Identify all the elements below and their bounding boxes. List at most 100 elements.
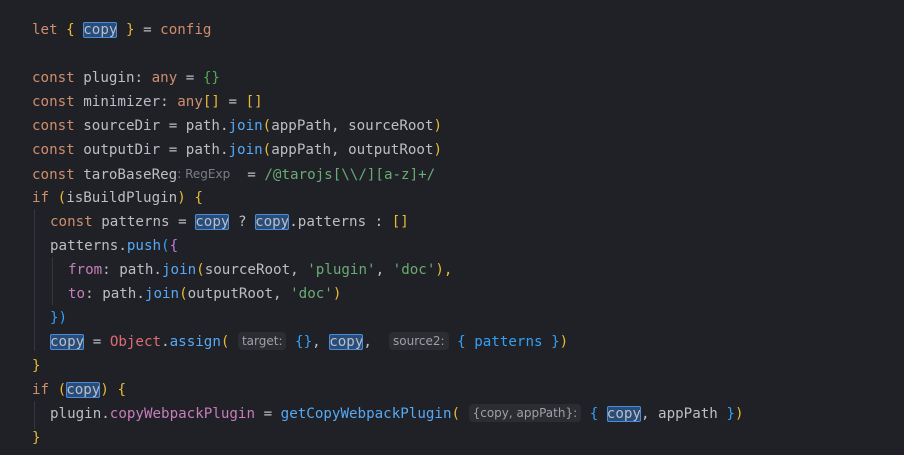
identifier[interactable]: minimizer: — [83, 94, 168, 110]
function-call[interactable]: join — [162, 262, 196, 278]
code-line-5[interactable]: const sourceDir = path.join(appPath, sou… — [32, 114, 442, 138]
paren: ) — [100, 382, 109, 398]
keyword: let — [32, 22, 58, 38]
paren: ) — [559, 334, 569, 350]
object-key: from — [68, 262, 103, 278]
identifier-copy-highlight[interactable]: copy — [83, 22, 118, 38]
code-line-8[interactable]: if (isBuildPlugin) { — [32, 186, 203, 210]
identifier[interactable]: path. — [119, 262, 162, 278]
object-literal: { patterns } — [457, 334, 560, 350]
identifier-copy-highlight[interactable]: copy — [66, 382, 101, 398]
code-editor[interactable]: let { copy } = config const plugin: any … — [0, 0, 904, 455]
string-literal: 'doc' — [290, 286, 333, 302]
paren: ( — [57, 190, 67, 206]
brace: } — [32, 430, 41, 446]
class-name[interactable]: Object — [110, 334, 161, 350]
code-line-10[interactable]: patterns.push({ — [50, 234, 178, 258]
identifier[interactable]: path. — [102, 286, 145, 302]
brace: } — [726, 406, 735, 422]
brace: { — [169, 238, 179, 254]
operator: = — [228, 94, 238, 110]
code-line-3[interactable]: const plugin: any = {} — [32, 66, 220, 90]
operator: = — [168, 142, 178, 158]
keyword: const — [32, 94, 75, 110]
keyword: const — [32, 70, 75, 86]
paren: ) — [332, 286, 342, 302]
regex-literal: /@tarojs[\\/][a-z]+/ — [264, 167, 436, 183]
paren: ) — [734, 406, 744, 422]
identifier-copy-highlight[interactable]: copy — [329, 334, 364, 350]
keyword: if — [32, 190, 50, 206]
inlay-type-hint: : RegExp — [177, 167, 231, 181]
punctuation: , — [375, 262, 385, 278]
punctuation: : — [102, 262, 111, 278]
paren: ( — [220, 334, 230, 350]
function-call[interactable]: push — [127, 238, 161, 254]
operator: = — [168, 118, 178, 134]
identifier[interactable]: taroBaseReg — [83, 167, 177, 183]
code-line-1[interactable]: let { copy } = config — [32, 18, 211, 42]
operator: = — [185, 70, 195, 86]
identifier[interactable]: plugin: — [83, 70, 143, 86]
array-brackets: [] — [202, 94, 220, 110]
closing-brackets: }) — [50, 310, 68, 326]
brace: { — [589, 406, 599, 422]
indent-guide — [52, 257, 53, 305]
parameter-hint: source2: — [389, 332, 449, 350]
property-access: .patterns : — [289, 214, 384, 230]
brace: { — [66, 22, 75, 38]
identifier-copy-highlight[interactable]: copy — [50, 334, 85, 350]
paren: ( — [262, 118, 272, 134]
identifier[interactable]: path. — [186, 142, 229, 158]
type-annotation: any — [177, 94, 203, 110]
indent-guide — [34, 209, 35, 351]
identifier-copy-highlight[interactable]: copy — [606, 406, 641, 422]
array-literal: [] — [245, 94, 263, 110]
code-line-4[interactable]: const minimizer: any[] = [] — [32, 90, 263, 114]
function-call[interactable]: getCopyWebpackPlugin — [281, 406, 452, 422]
paren: ( — [179, 286, 188, 302]
function-call[interactable]: assign — [170, 334, 221, 350]
code-line-14[interactable]: copy = Object.assign( target: {}, copy, … — [50, 330, 568, 354]
code-line-16[interactable]: if (copy) { — [32, 378, 126, 402]
function-call[interactable]: join — [229, 142, 263, 158]
arguments: outputRoot, — [187, 286, 282, 302]
identifier-copy-highlight[interactable]: copy — [255, 214, 290, 230]
code-line-6[interactable]: const outputDir = path.join(appPath, out… — [32, 138, 442, 162]
identifier[interactable]: plugin. — [50, 406, 110, 422]
function-call[interactable]: join — [145, 286, 179, 302]
keyword: const — [32, 142, 75, 158]
punctuation: : — [85, 286, 94, 302]
code-line-13[interactable]: }) — [50, 306, 67, 330]
code-line-15[interactable]: } — [32, 354, 41, 378]
paren: ) — [177, 190, 186, 206]
property[interactable]: copyWebpackPlugin — [110, 406, 255, 422]
bottom-fade — [0, 447, 904, 455]
identifier-copy-highlight[interactable]: copy — [195, 214, 230, 230]
code-line-17[interactable]: plugin.copyWebpackPlugin = getCopyWebpac… — [50, 402, 743, 426]
identifier[interactable]: sourceDir — [83, 118, 160, 134]
function-call[interactable]: join — [229, 118, 263, 134]
paren: ), — [435, 262, 453, 278]
operator: = — [263, 406, 273, 422]
object-key: to — [68, 286, 86, 302]
code-line-12[interactable]: to: path.join(outputRoot, 'doc') — [68, 282, 341, 306]
code-line-7[interactable]: const taroBaseReg: RegExp = /@tarojs[\\/… — [32, 162, 435, 186]
brace: } — [125, 22, 135, 38]
paren: ( — [451, 406, 461, 422]
identifier[interactable]: isBuildPlugin — [66, 190, 177, 206]
identifier[interactable]: patterns. — [50, 238, 127, 254]
identifier[interactable]: outputDir — [83, 142, 160, 158]
object-literal: {} — [295, 334, 313, 350]
arguments: , appPath — [640, 406, 718, 422]
code-line-11[interactable]: from: path.join(sourceRoot, 'plugin', 'd… — [68, 258, 452, 282]
string-literal: 'plugin' — [307, 262, 376, 278]
identifier[interactable]: patterns — [101, 214, 169, 230]
identifier[interactable]: path. — [186, 118, 229, 134]
identifier[interactable]: config — [160, 22, 211, 38]
operator: = — [247, 167, 256, 183]
paren: ( — [196, 262, 205, 278]
code-line-9[interactable]: const patterns = copy ? copy.patterns : … — [50, 210, 409, 234]
punctuation: , — [312, 334, 321, 350]
paren: ( — [262, 142, 272, 158]
